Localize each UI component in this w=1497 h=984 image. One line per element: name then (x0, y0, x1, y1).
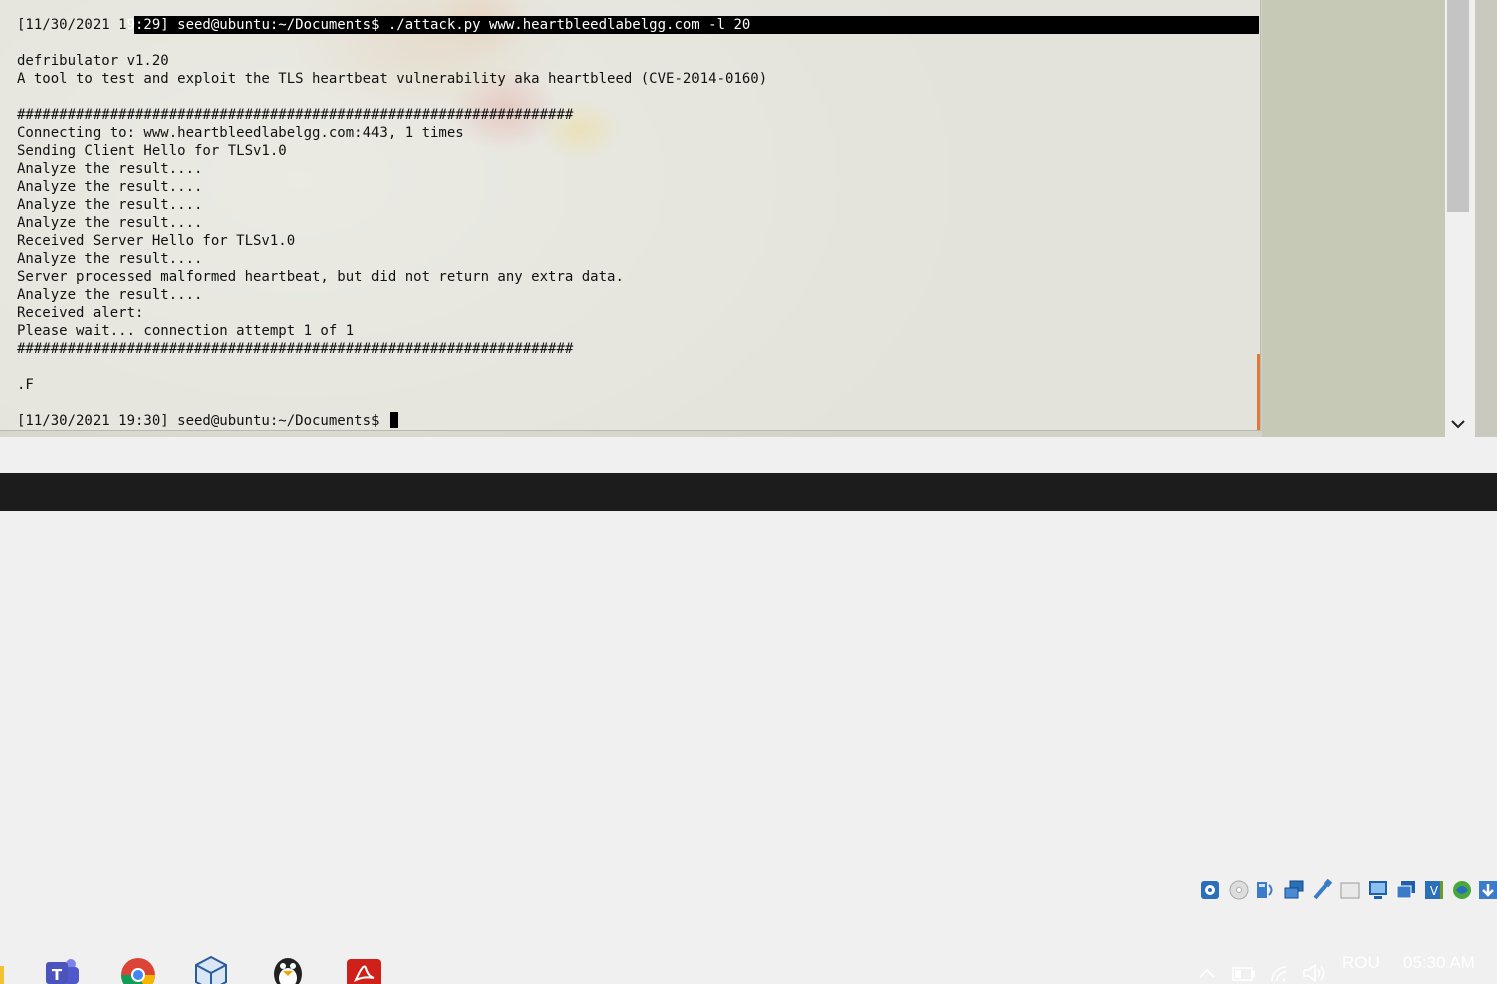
shared-folders-icon[interactable] (1339, 878, 1361, 902)
usb-icon[interactable] (1311, 878, 1333, 902)
terminal-window[interactable]: [11/30/2021 19:29] seed@ubuntu:~/Documen… (0, 0, 1261, 431)
terminal-prompt: [11/30/2021 19:30] seed@ubuntu:~/Documen… (17, 413, 388, 429)
terminal-output-line: defribulator v1.20 (17, 53, 169, 69)
show-hidden-icons-chevron-icon[interactable] (1198, 967, 1216, 979)
terminal-output-line: Sending Client Hello for TLSv1.0 (17, 143, 287, 159)
chrome-icon[interactable] (118, 954, 158, 984)
host-key-icon[interactable] (1477, 878, 1497, 902)
cpu-activity-icon[interactable] (1451, 878, 1473, 902)
selected-command-text: 9:29] seed@ubuntu:~/Documents$ ./attack.… (126, 17, 751, 33)
recording-icon[interactable]: V (1423, 878, 1445, 902)
desktop-side-area (1262, 0, 1445, 437)
terminal-output-line: Received alert: (17, 305, 144, 321)
teams-icon[interactable]: T (43, 954, 83, 984)
windows-taskbar: T ROU 05:30 AM (0, 473, 1497, 984)
terminal-output: [11/30/2021 19:29] seed@ubuntu:~/Documen… (17, 16, 767, 430)
input-language-indicator[interactable]: ROU (1342, 953, 1380, 973)
terminal-output-line: Analyze the result.... (17, 287, 203, 303)
vm-scrollbar-thumb[interactable] (1447, 0, 1469, 212)
vm-display[interactable]: [11/30/2021 19:29] seed@ubuntu:~/Documen… (0, 0, 1497, 437)
hard-disk-icon[interactable] (1199, 878, 1221, 902)
terminal-command-line: [11/30/2021 19:29] seed@ubuntu:~/Documen… (17, 16, 767, 34)
virtualbox-status-bar: V (0, 437, 1497, 900)
taskbar-clock[interactable]: 05:30 AM (1403, 953, 1475, 973)
terminal-output-line: Server processed malformed heartbeat, bu… (17, 269, 624, 285)
battery-icon[interactable] (1232, 967, 1256, 981)
terminal-output-line: ########################################… (17, 341, 574, 357)
terminal-prompt-line[interactable]: [11/30/2021 19:30] seed@ubuntu:~/Documen… (17, 412, 767, 430)
terminal-output-line: Connecting to: www.heartbleedlabelgg.com… (17, 125, 464, 141)
video-capture-icon[interactable] (1395, 878, 1417, 902)
wifi-icon[interactable] (1268, 963, 1292, 983)
linux-penguin-icon[interactable] (268, 954, 308, 984)
terminal-output-line: .F (17, 377, 34, 393)
text-cursor (389, 412, 398, 428)
volume-icon[interactable] (1302, 962, 1328, 984)
command-timestamp-prefix: [11/30/2021 1 (17, 17, 127, 33)
terminal-output-line: Received Server Hello for TLSv1.0 (17, 233, 296, 249)
terminal-output-line: Analyze the result.... (17, 197, 203, 213)
scroll-down-chevron-icon[interactable] (1449, 416, 1467, 432)
virtualbox-icon[interactable] (191, 954, 231, 984)
terminal-output-line: A tool to test and exploit the TLS heart… (17, 71, 768, 87)
terminal-scroll-indicator (1257, 354, 1260, 430)
terminal-output-line: Analyze the result.... (17, 251, 203, 267)
svg-text:V: V (1430, 884, 1439, 898)
acrobat-reader-icon[interactable] (344, 954, 384, 984)
svg-text:T: T (52, 966, 63, 984)
terminal-output-line: Analyze the result.... (17, 161, 203, 177)
display-icon[interactable] (1367, 878, 1389, 902)
network-icon[interactable] (1283, 878, 1305, 902)
file-explorer-icon[interactable] (0, 954, 6, 984)
terminal-output-lines: defribulator v1.20 A tool to test and exp… (17, 34, 767, 412)
audio-icon[interactable] (1255, 878, 1277, 902)
terminal-output-line: Please wait... connection attempt 1 of 1 (17, 323, 355, 339)
terminal-output-line: Analyze the result.... (17, 179, 203, 195)
terminal-output-line: ########################################… (17, 107, 574, 123)
optical-drive-icon[interactable] (1228, 878, 1250, 902)
terminal-output-line: Analyze the result.... (17, 215, 203, 231)
